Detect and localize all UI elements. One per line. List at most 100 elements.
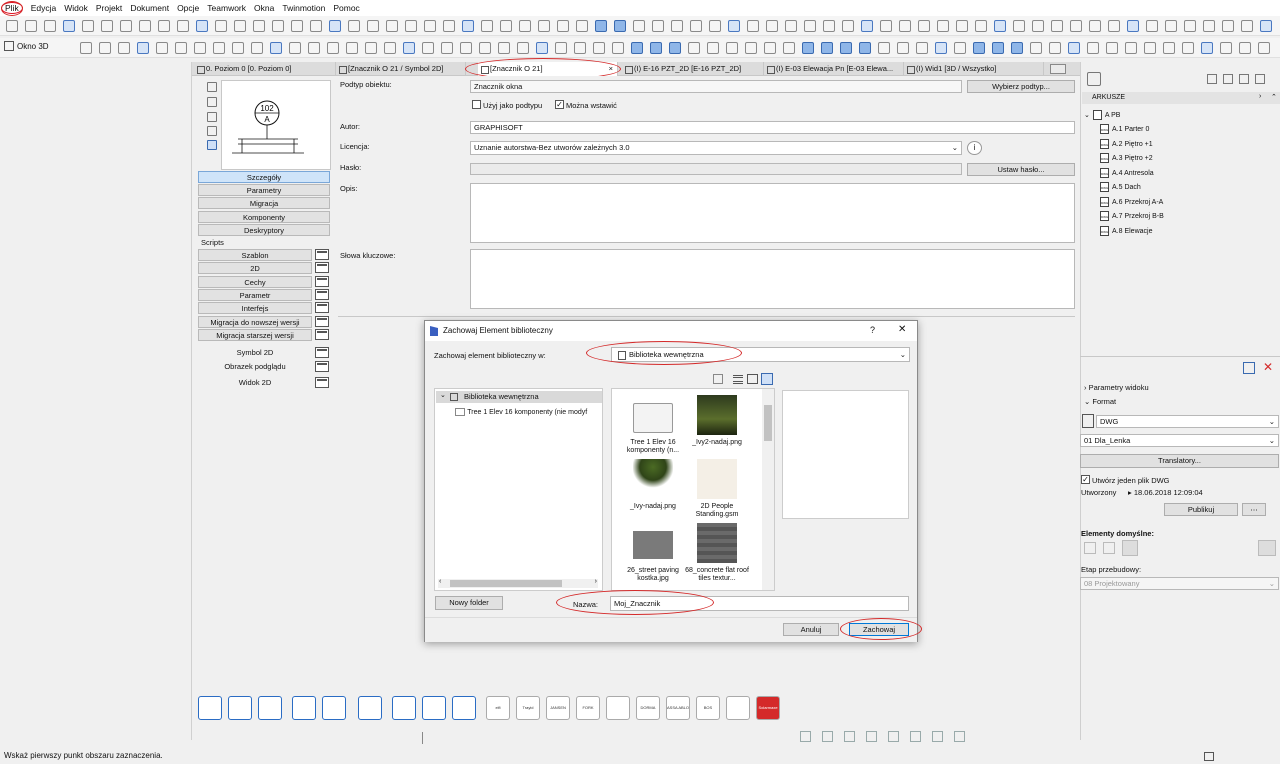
toolbar-tool-icon[interactable] bbox=[823, 20, 835, 32]
new-folder-button[interactable]: Nowy folder bbox=[435, 596, 503, 610]
btn-parametry[interactable]: Parametry bbox=[198, 184, 330, 196]
btn-obrazek-podgladu[interactable]: Obrazek podglądu bbox=[198, 361, 312, 373]
menu-pomoc[interactable]: Pomoc bbox=[333, 3, 359, 13]
sheet-item[interactable]: DWG A.5 Dach bbox=[1100, 182, 1141, 192]
toolbar-tool-icon[interactable] bbox=[1182, 42, 1194, 54]
toolbar-tool-icon[interactable] bbox=[1260, 20, 1272, 32]
view-params-toggle[interactable]: › Parametry widoku bbox=[1084, 383, 1149, 392]
toolbar-tool-icon[interactable] bbox=[992, 42, 1004, 54]
script-window-icon[interactable] bbox=[315, 302, 329, 313]
thumbs-vscrollbar[interactable] bbox=[762, 389, 774, 590]
menu-twinmotion[interactable]: Twinmotion bbox=[282, 3, 325, 13]
scrollbar-thumb[interactable] bbox=[450, 580, 562, 587]
toolbar-tool-icon[interactable] bbox=[650, 42, 662, 54]
dialog-close-button[interactable]: ✕ bbox=[898, 324, 906, 335]
toolbar-tool-icon[interactable] bbox=[386, 20, 398, 32]
file-thumbnail-folder[interactable] bbox=[633, 403, 673, 433]
btn-cechy[interactable]: Cechy bbox=[198, 276, 312, 288]
toolbar-tool-icon[interactable] bbox=[1068, 42, 1080, 54]
toolbar-tool-icon[interactable] bbox=[766, 20, 778, 32]
view-icon-3[interactable] bbox=[207, 112, 217, 122]
toolbar-tool-icon[interactable] bbox=[937, 20, 949, 32]
toolbar-tool-icon[interactable] bbox=[973, 42, 985, 54]
view-icon-1[interactable] bbox=[207, 82, 217, 92]
help-button[interactable]: ? bbox=[870, 325, 875, 335]
toolbar-tool-icon[interactable] bbox=[1087, 42, 1099, 54]
toolbar-tool-icon[interactable] bbox=[690, 20, 702, 32]
close-icon[interactable]: ✕ bbox=[1263, 360, 1273, 374]
toolbar-tool-icon[interactable] bbox=[1163, 42, 1175, 54]
toolbar-tool-icon[interactable] bbox=[498, 42, 510, 54]
toolbar-tool-icon[interactable] bbox=[764, 42, 776, 54]
toolbar-tool-icon[interactable] bbox=[612, 42, 624, 54]
toolbar-tool-icon[interactable] bbox=[709, 20, 721, 32]
format-select[interactable]: DWG ⌄ bbox=[1096, 415, 1279, 428]
toolbar-tool-icon[interactable] bbox=[859, 42, 871, 54]
toolbar-tool-icon[interactable] bbox=[213, 42, 225, 54]
btn-migracja-nowsza[interactable]: Migracja do nowszej wersji bbox=[198, 316, 312, 328]
library-shortcut-icon[interactable] bbox=[422, 696, 446, 720]
toolbar-tool-icon[interactable] bbox=[441, 42, 453, 54]
brand-logo[interactable] bbox=[726, 696, 750, 720]
toolbar-tool-icon[interactable] bbox=[1032, 20, 1044, 32]
btn-parametr[interactable]: Parametr bbox=[198, 289, 312, 301]
toolbar-tool-icon[interactable] bbox=[557, 20, 569, 32]
keywords-textarea[interactable] bbox=[470, 249, 1075, 309]
toolbar-tool-icon[interactable] bbox=[1239, 42, 1251, 54]
toolbar-tool-icon[interactable] bbox=[728, 20, 740, 32]
toolbar-tool-icon[interactable] bbox=[707, 42, 719, 54]
toolbar-tool-icon[interactable] bbox=[897, 42, 909, 54]
toolbar-tool-icon[interactable] bbox=[1013, 20, 1025, 32]
toolbar-tool-icon[interactable] bbox=[158, 20, 170, 32]
author-input[interactable]: GRAPHISOFT bbox=[470, 121, 1075, 134]
toolbar-tool-icon[interactable] bbox=[1051, 20, 1063, 32]
toolbar-tool-icon[interactable] bbox=[994, 20, 1006, 32]
toolbar-tool-icon[interactable] bbox=[481, 20, 493, 32]
tab-e03[interactable]: (I) E-03 Elewacja Pn [E-03 Elewa... bbox=[764, 62, 904, 76]
list-view-icon[interactable] bbox=[733, 375, 743, 384]
toolbar-tool-icon[interactable] bbox=[327, 42, 339, 54]
library-shortcut-icon[interactable] bbox=[358, 696, 382, 720]
toolbar-tool-icon[interactable] bbox=[633, 20, 645, 32]
cancel-button[interactable]: Anuluj bbox=[783, 623, 839, 636]
toolbar-tool-icon[interactable] bbox=[80, 42, 92, 54]
toolbar-tool-icon[interactable] bbox=[1049, 42, 1061, 54]
toolbar-tool-icon[interactable] bbox=[821, 42, 833, 54]
toolbar-tool-icon[interactable] bbox=[1241, 20, 1253, 32]
toolbar-tool-icon[interactable] bbox=[574, 42, 586, 54]
format-toggle[interactable]: ⌄ Format bbox=[1084, 397, 1116, 406]
tool-icon[interactable] bbox=[866, 731, 877, 742]
sheet-item[interactable]: DWG A.1 Parter 0 bbox=[1100, 124, 1149, 134]
toolbar-tool-icon[interactable] bbox=[175, 42, 187, 54]
toolbar-tool-icon[interactable] bbox=[348, 20, 360, 32]
select-subtype-button[interactable]: Wybierz podtyp... bbox=[967, 80, 1075, 93]
toolbar-tool-icon[interactable] bbox=[270, 42, 282, 54]
toolbar-tool-icon[interactable] bbox=[137, 42, 149, 54]
toolbar-tool-icon[interactable] bbox=[101, 20, 113, 32]
toolbar-tool-icon[interactable] bbox=[671, 20, 683, 32]
toolbar-tool-icon[interactable] bbox=[253, 20, 265, 32]
toolbar-tool-icon[interactable] bbox=[899, 20, 911, 32]
element-icon[interactable] bbox=[1258, 540, 1276, 556]
tab-poziom-0[interactable]: 0. Poziom 0 [0. Poziom 0] bbox=[194, 62, 336, 76]
toolbar-tool-icon[interactable] bbox=[99, 42, 111, 54]
toolbar-tool-icon[interactable] bbox=[842, 20, 854, 32]
sheet-item[interactable]: DWG A.2 Piętro +1 bbox=[1100, 139, 1153, 149]
brand-logo[interactable]: ASSA ABLOY bbox=[666, 696, 690, 720]
brand-logo[interactable]: BOS bbox=[696, 696, 720, 720]
library-shortcut-icon[interactable] bbox=[392, 696, 416, 720]
script-window-icon[interactable] bbox=[315, 262, 329, 273]
arkusze-header[interactable]: ARKUSZE bbox=[1082, 92, 1280, 104]
btn-migracja[interactable]: Migracja bbox=[198, 197, 330, 209]
sheet-item[interactable]: DWG A.8 Elewacje bbox=[1100, 226, 1152, 236]
toolbar-tool-icon[interactable] bbox=[310, 20, 322, 32]
toolbar-tool-icon[interactable] bbox=[232, 42, 244, 54]
script-window-icon[interactable] bbox=[315, 289, 329, 300]
scrollbar-thumb[interactable] bbox=[764, 405, 772, 441]
toolbar-tool-icon[interactable] bbox=[177, 20, 189, 32]
toolbar-tool-icon[interactable] bbox=[840, 42, 852, 54]
brand-logo[interactable]: DORMA bbox=[636, 696, 660, 720]
toolbar-tool-icon[interactable] bbox=[1011, 42, 1023, 54]
menu-projekt[interactable]: Projekt bbox=[96, 3, 122, 13]
tool-icon[interactable] bbox=[954, 731, 965, 742]
